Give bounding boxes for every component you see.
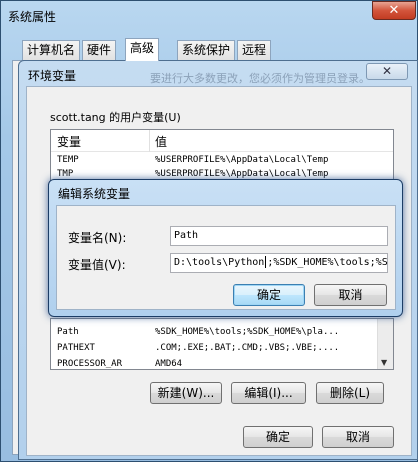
env-cancel-button[interactable]: 取消 — [322, 426, 394, 448]
variable-value-after-caret: ;%SDK_HOME%\tools;%SI — [267, 257, 388, 268]
environment-variables-title: 环境变量 — [28, 69, 77, 83]
variable-value: AMD64 — [155, 359, 183, 369]
tab-hardware[interactable]: 硬件 — [82, 40, 117, 60]
edit-variable-button[interactable]: 编辑(I)... — [231, 382, 306, 404]
column-header-value[interactable]: 值 — [155, 133, 167, 150]
edit-cancel-button[interactable]: 取消 — [314, 284, 387, 306]
variable-value: .COM;.EXE;.BAT;.CMD;.VBS;.VBE;.... — [155, 343, 340, 353]
variable-value-before-caret: D:\tools\Python — [174, 257, 265, 268]
admin-notice-text: 要进行大多数更改，您必须作为管理员登录。 — [150, 72, 370, 85]
variable-name-field-value: Path — [174, 230, 199, 241]
column-header-variable[interactable]: 变量 — [57, 133, 81, 150]
variable-name-label: 变量名(N): — [68, 231, 127, 245]
variable-name: TEMP — [57, 155, 79, 165]
variable-name-field[interactable]: Path — [170, 226, 388, 246]
edit-ok-button[interactable]: 确定 — [233, 284, 305, 306]
variable-value-field[interactable]: D:\tools\Python ;%SDK_HOME%\tools;%SI — [170, 253, 388, 273]
tab-computer-name[interactable]: 计算机名 — [22, 40, 81, 60]
variable-name: PROCESSOR_AR — [57, 359, 123, 369]
variable-value: %SDK_HOME%\tools;%SDK_HOME%\pla... — [155, 327, 340, 337]
user-variables-label: scott.tang 的用户变量(U) — [50, 111, 181, 124]
variable-value-label: 变量值(V): — [68, 258, 126, 272]
list-item[interactable]: PATHEXT .COM;.EXE;.BAT;.CMD;.VBS;.VBE;..… — [51, 343, 393, 357]
list-item[interactable]: PROCESSOR_AR AMD64 — [51, 359, 393, 369]
list-item[interactable]: Path %SDK_HOME%\tools;%SDK_HOME%\pla... — [51, 327, 393, 341]
environment-variables-close-button[interactable]: ✕ — [366, 63, 408, 80]
tab-advanced[interactable]: 高级 — [125, 38, 160, 61]
variable-value: %USERPROFILE%\AppData\Local\Temp — [155, 155, 329, 165]
system-properties-close-button[interactable]: ✕ — [372, 1, 416, 20]
variable-name: Path — [57, 327, 79, 337]
system-properties-title: 系统属性 — [8, 10, 57, 24]
scroll-down-arrow-icon[interactable]: ▼ — [381, 358, 387, 367]
tab-remote[interactable]: 远程 — [237, 40, 272, 60]
tab-system-protection[interactable]: 系统保护 — [177, 40, 236, 60]
variable-value: %USERPROFILE%\AppData\Local\Temp — [155, 169, 329, 179]
variable-name: PATHEXT — [57, 343, 95, 353]
edit-system-variable-title: 编辑系统变量 — [58, 187, 131, 201]
delete-variable-button[interactable]: 删除(L) — [316, 382, 384, 404]
new-variable-button[interactable]: 新建(W)... — [150, 382, 222, 404]
user-variables-list[interactable]: 变量 值 TEMP %USERPROFILE%\AppData\Local\Te… — [50, 129, 394, 181]
list-header: 变量 值 — [51, 130, 393, 152]
system-variables-list[interactable]: Path %SDK_HOME%\tools;%SDK_HOME%\pla... … — [50, 318, 394, 370]
variable-name: TMP — [57, 169, 74, 179]
env-ok-button[interactable]: 确定 — [243, 426, 313, 448]
system-variables-scrollbar[interactable]: ▼ — [377, 319, 393, 369]
column-divider[interactable] — [149, 130, 150, 152]
list-item[interactable]: TEMP %USERPROFILE%\AppData\Local\Temp — [51, 155, 393, 169]
